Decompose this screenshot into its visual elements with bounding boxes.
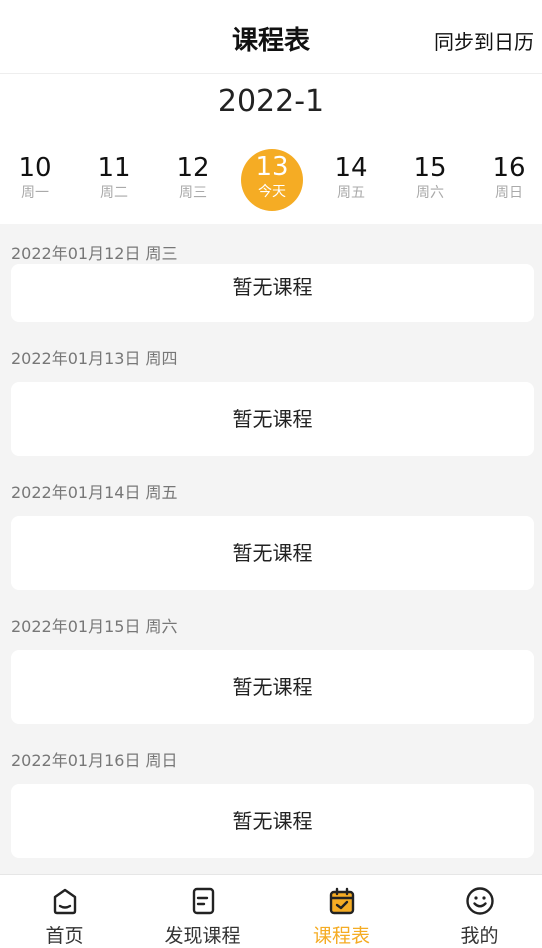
day-number: 15 — [413, 153, 447, 183]
schedule-list[interactable]: 2022年01月12日 周三 暂无课程 2022年01月13日 周四 暂无课程 … — [0, 224, 542, 874]
month-label: 2022-1 — [217, 84, 325, 119]
day-weekday: 周五 — [337, 185, 365, 201]
schedule-card[interactable]: 暂无课程 — [11, 264, 534, 322]
date-heading: 2022年01月16日 周日 — [11, 751, 178, 770]
day-item[interactable]: 11 周二 — [83, 150, 145, 212]
home-icon — [53, 888, 76, 915]
day-number: 11 — [97, 153, 131, 183]
bottom-tab-bar: 首页 发现课程 课程表 我的 — [0, 874, 542, 948]
course-book-icon — [192, 887, 214, 915]
day-weekday: 今天 — [258, 184, 286, 200]
day-number: 10 — [18, 153, 52, 183]
day-item[interactable]: 10 周一 — [4, 150, 66, 212]
day-item-today[interactable]: 13 今天 — [241, 149, 303, 211]
tab-schedule[interactable]: 课程表 — [274, 875, 409, 948]
day-number: 16 — [492, 153, 526, 183]
date-heading: 2022年01月15日 周六 — [11, 617, 178, 636]
tab-label: 首页 — [45, 925, 84, 947]
tab-home[interactable]: 首页 — [0, 875, 132, 948]
calendar-check-icon — [329, 887, 354, 915]
app-root: 课程表 同步到日历 2022-1 10 周一 11 周二 12 周三 13 今天… — [0, 0, 542, 948]
date-heading: 2022年01月14日 周五 — [11, 483, 178, 502]
day-number: 12 — [176, 153, 210, 183]
tab-label: 课程表 — [312, 925, 370, 947]
day-weekday: 周二 — [100, 185, 128, 201]
tab-label: 发现课程 — [164, 925, 241, 947]
day-number: 13 — [255, 152, 289, 182]
date-heading: 2022年01月13日 周四 — [11, 349, 178, 368]
date-heading: 2022年01月12日 周三 — [11, 244, 178, 263]
tab-mine[interactable]: 我的 — [412, 875, 542, 948]
day-weekday: 周三 — [179, 185, 207, 201]
tab-label: 我的 — [460, 925, 499, 947]
day-weekday: 周六 — [416, 185, 444, 201]
smiley-icon — [465, 887, 494, 915]
day-item[interactable]: 14 周五 — [320, 150, 382, 212]
schedule-card[interactable]: 暂无课程 — [11, 382, 534, 456]
sync-calendar-button[interactable]: 同步到日历 — [434, 0, 534, 74]
schedule-card[interactable]: 暂无课程 — [11, 650, 534, 724]
schedule-card[interactable]: 暂无课程 — [11, 784, 534, 858]
day-number: 14 — [334, 153, 368, 183]
day-item[interactable]: 15 周六 — [399, 150, 461, 212]
day-item[interactable]: 16 周日 — [478, 150, 540, 212]
schedule-card[interactable]: 暂无课程 — [11, 516, 534, 590]
day-item[interactable]: 12 周三 — [162, 150, 224, 212]
header: 课程表 同步到日历 — [0, 0, 542, 74]
day-weekday: 周一 — [21, 185, 49, 201]
week-selector: 2022-1 10 周一 11 周二 12 周三 13 今天 14 周五 15 … — [0, 74, 542, 224]
tab-discover-courses[interactable]: 发现课程 — [135, 875, 270, 948]
day-weekday: 周日 — [495, 185, 523, 201]
